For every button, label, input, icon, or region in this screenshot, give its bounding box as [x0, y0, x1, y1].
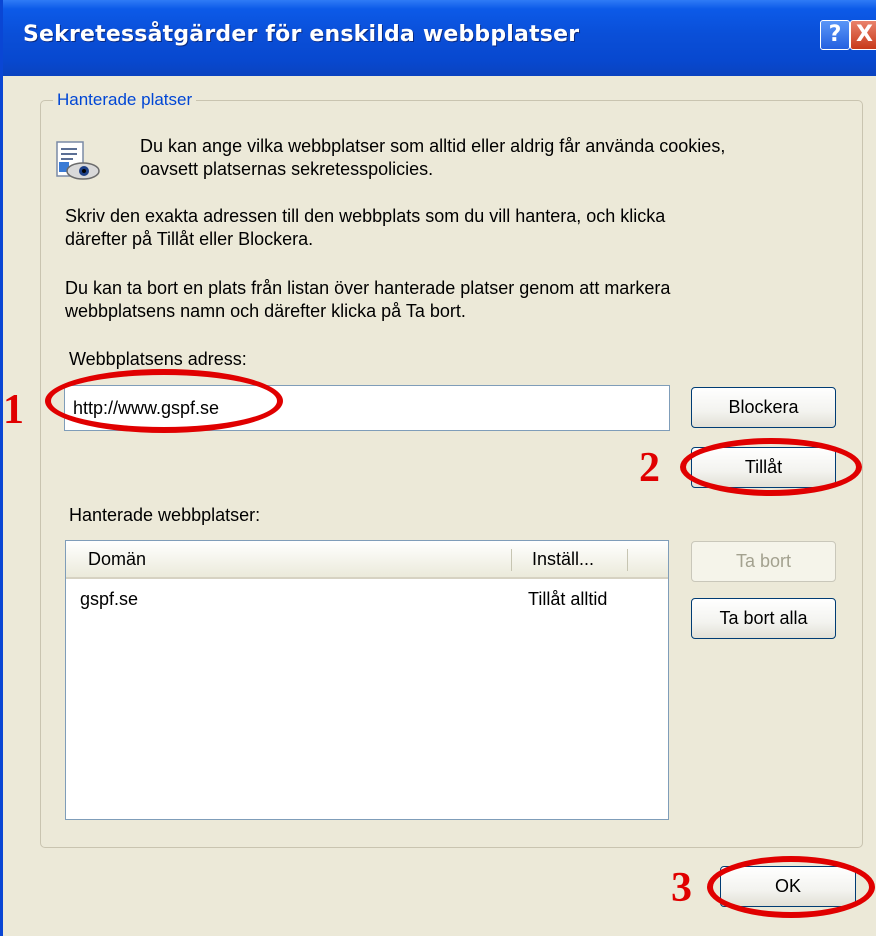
intro-text-line2: oavsett platsernas sekretesspolicies. — [140, 159, 434, 179]
window-title: Sekretessåtgärder för enskilda webbplats… — [23, 22, 580, 47]
address-label: Webbplatsens adress: — [69, 349, 247, 369]
intro-text-line1: Du kan ange vilka webbplatser som alltid… — [140, 136, 726, 156]
column-domain[interactable]: Domän — [88, 541, 146, 577]
address-input[interactable] — [64, 385, 670, 431]
instruction-text-line1: Skriv den exakta adressen till den webbp… — [65, 206, 666, 226]
privacy-icon — [56, 141, 100, 180]
step-3-marker: 3 — [671, 865, 692, 911]
list-item-setting: Tillåt alltid — [528, 589, 608, 609]
column-setting[interactable]: Inställ... — [532, 541, 594, 577]
column-separator[interactable] — [627, 549, 628, 571]
groupbox-legend: Hanterade platser — [53, 90, 197, 110]
allow-button[interactable]: Tillåt — [691, 447, 836, 488]
remove-button[interactable]: Ta bort — [691, 541, 836, 582]
close-button[interactable]: X — [850, 20, 876, 50]
instruction-text-line2: därefter på Tillåt eller Blockera. — [65, 229, 314, 249]
step-1-marker: 1 — [3, 387, 24, 433]
dialog-window: Sekretessåtgärder för enskilda webbplats… — [0, 0, 876, 936]
managed-sites-list[interactable]: Domän Inställ... gspf.se Tillåt alltid — [65, 540, 669, 820]
remove-text-line1: Du kan ta bort en plats från listan över… — [65, 278, 671, 298]
list-item-domain: gspf.se — [80, 589, 139, 609]
help-button[interactable]: ? — [820, 20, 850, 50]
managed-sites-label: Hanterade webbplatser: — [69, 505, 261, 525]
remove-all-button[interactable]: Ta bort alla — [691, 598, 836, 639]
step-2-marker: 2 — [639, 445, 660, 491]
list-header: Domän Inställ... — [66, 541, 668, 579]
remove-text-line2: webbplatsens namn och därefter klicka på… — [65, 301, 466, 321]
column-separator[interactable] — [511, 549, 512, 571]
title-bar[interactable]: Sekretessåtgärder för enskilda webbplats… — [3, 0, 876, 76]
block-button[interactable]: Blockera — [691, 387, 836, 428]
ok-button[interactable]: OK — [720, 866, 856, 907]
